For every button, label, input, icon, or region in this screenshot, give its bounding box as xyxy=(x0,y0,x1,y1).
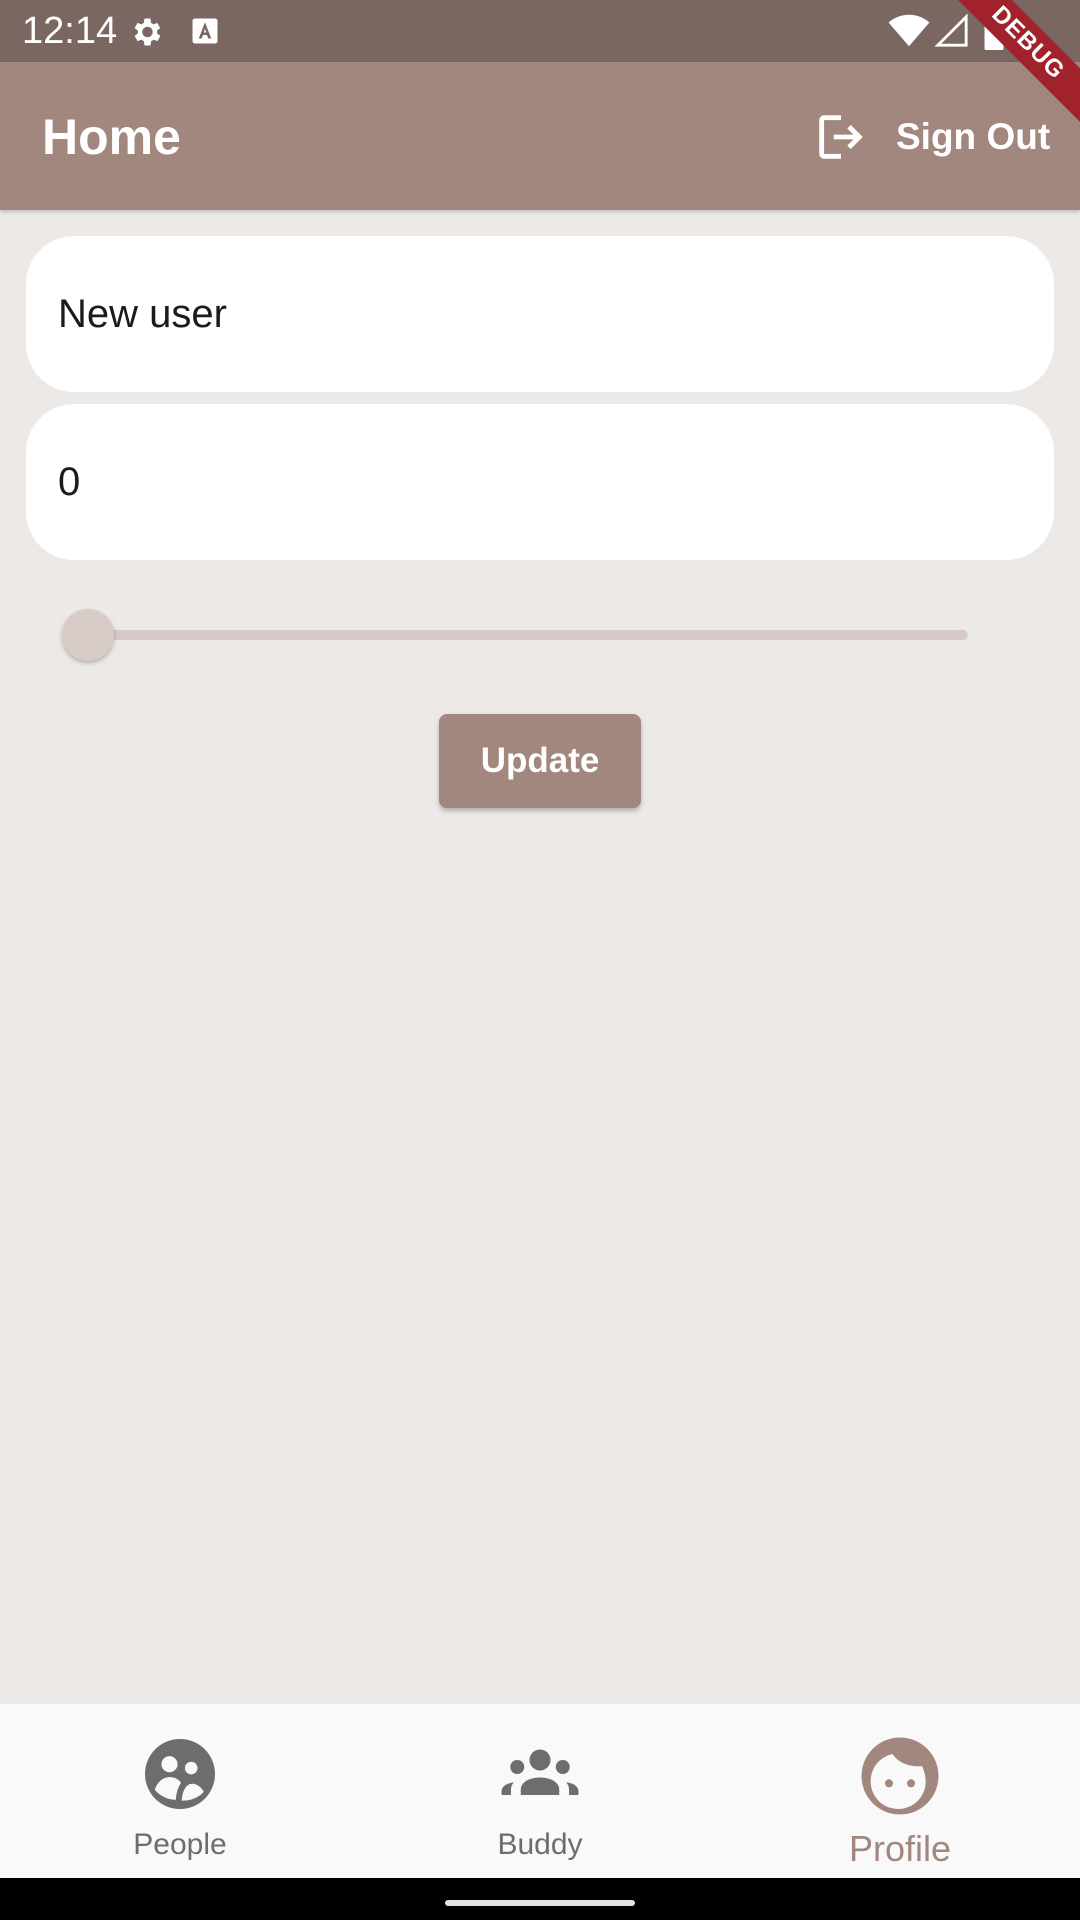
status-bar: 12:14 xyxy=(0,0,1080,62)
page-title: Home xyxy=(42,109,181,165)
sign-out-button[interactable]: Sign Out xyxy=(812,108,1050,166)
wifi-icon xyxy=(888,14,930,47)
system-gesture-bar xyxy=(0,1878,1080,1920)
tab-people-label: People xyxy=(133,1828,227,1861)
face-icon xyxy=(861,1737,939,1815)
tab-profile-label: Profile xyxy=(848,1828,952,1869)
logout-icon xyxy=(819,115,863,159)
app-bar: Home Sign Out xyxy=(0,62,1080,210)
bottom-nav: People Buddy Profile xyxy=(0,1704,1080,1878)
sign-out-label: Sign Out xyxy=(896,116,1051,157)
people-icon xyxy=(145,1739,215,1809)
update-button[interactable]: Update xyxy=(439,714,641,808)
tab-buddy-label: Buddy xyxy=(497,1828,583,1861)
tab-people[interactable]: People xyxy=(0,1704,360,1878)
home-gesture-handle[interactable] xyxy=(445,1900,635,1906)
group-icon xyxy=(501,1749,579,1795)
tab-profile[interactable]: Profile xyxy=(720,1704,1080,1878)
value-slider[interactable] xyxy=(62,608,992,662)
number-field[interactable]: 0 xyxy=(26,404,1054,560)
name-field[interactable]: New user xyxy=(26,236,1054,392)
gear-icon xyxy=(134,18,161,46)
slider-track[interactable] xyxy=(88,630,968,640)
slider-thumb[interactable] xyxy=(62,609,114,661)
tab-buddy[interactable]: Buddy xyxy=(360,1704,720,1878)
status-time: 12:14 xyxy=(22,10,118,52)
signal-icon xyxy=(934,14,968,47)
font-a-icon xyxy=(192,18,218,44)
